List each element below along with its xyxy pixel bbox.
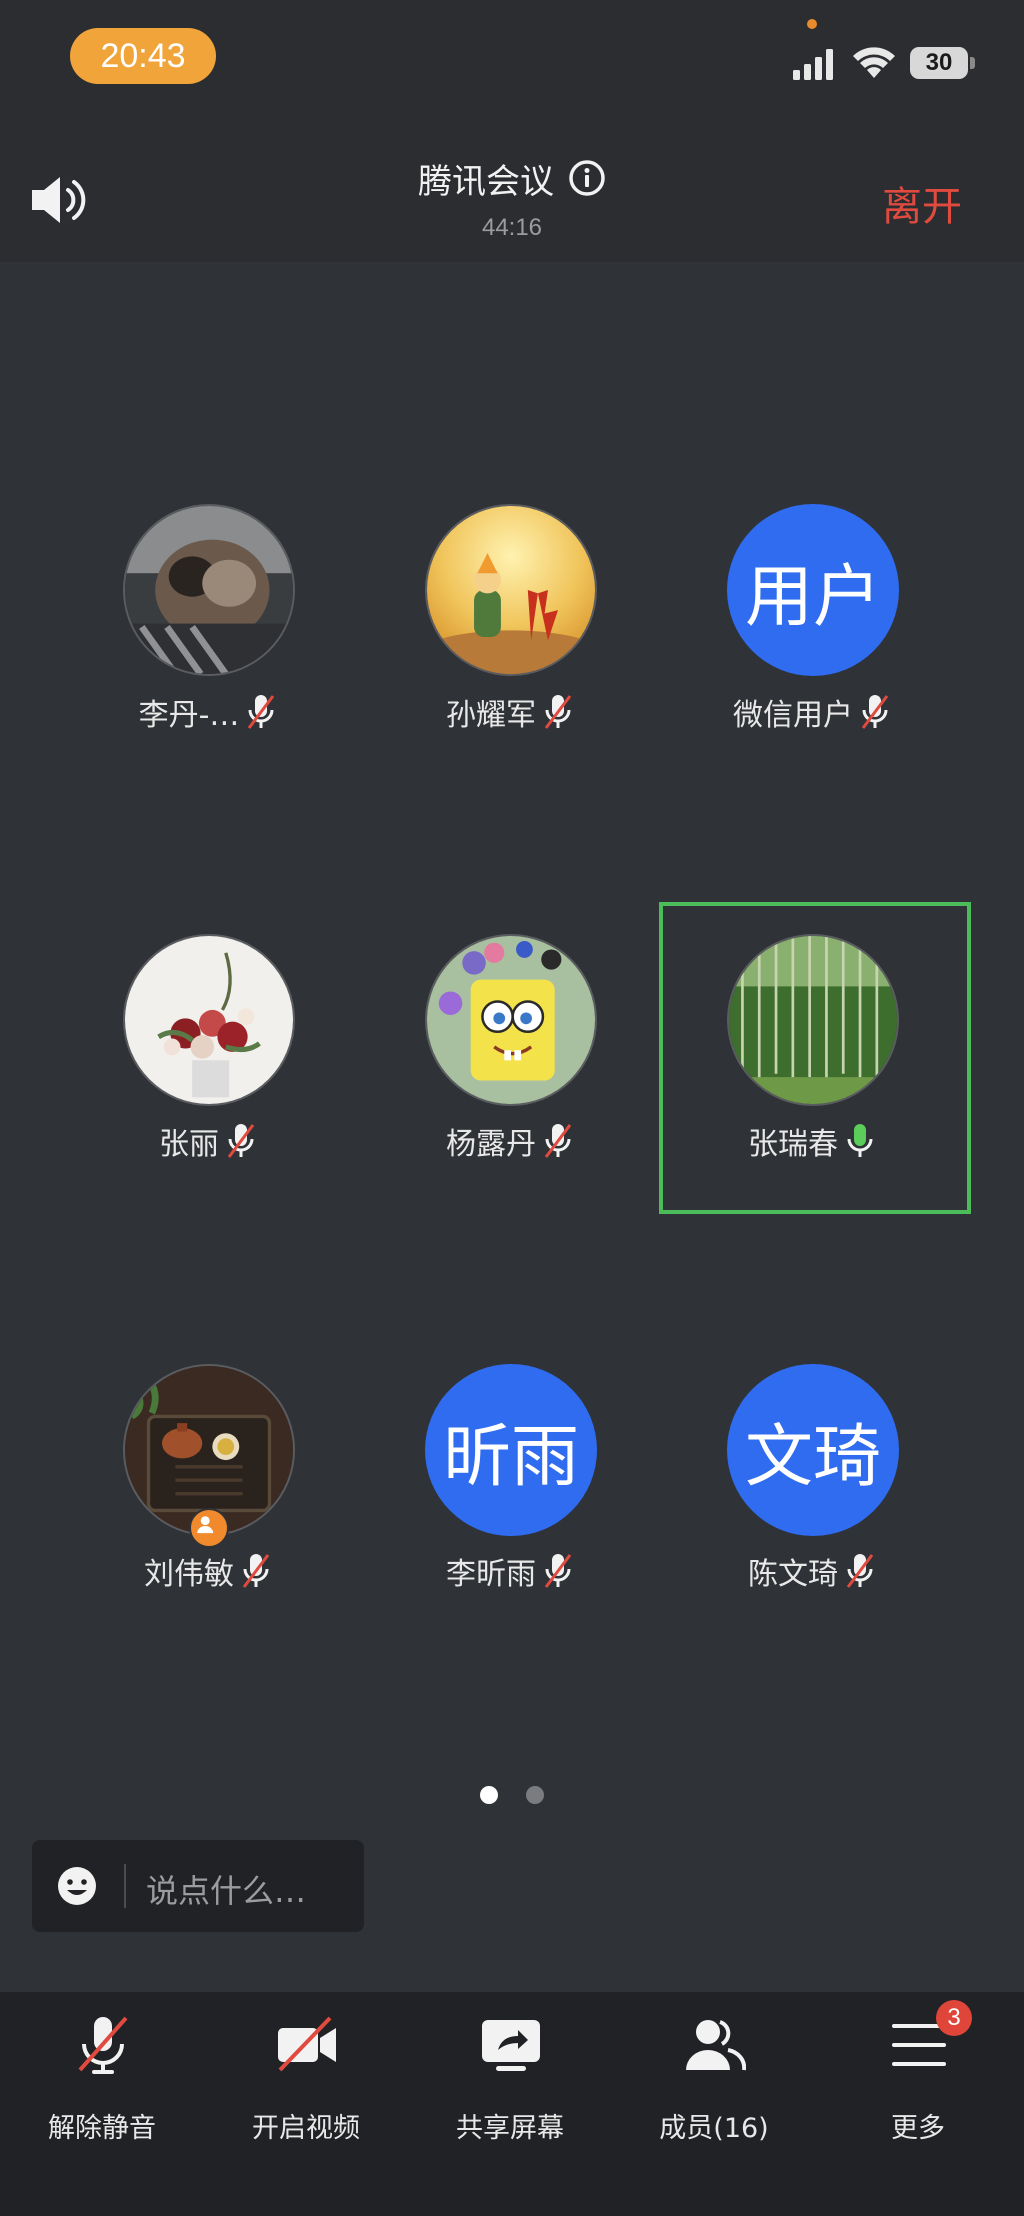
participant-name: 张瑞春	[748, 1127, 838, 1162]
muted-microphone-icon	[544, 1124, 572, 1158]
leave-button[interactable]: 离开	[882, 174, 962, 232]
participant-name: 李昕雨	[446, 1557, 536, 1592]
meeting-header: 腾讯会议 44:16 离开	[0, 110, 1024, 262]
muted-microphone-icon	[544, 695, 572, 729]
participant-avatar	[425, 934, 597, 1106]
status-bar: 20:43 30	[0, 0, 1024, 110]
video-off-icon	[278, 2016, 336, 2072]
start-video-button[interactable]: 开启视频	[204, 1992, 408, 2216]
participant-name: 刘伟敏	[144, 1557, 234, 1592]
participant-name-row: 李昕雨	[410, 1549, 610, 1593]
meeting-duration: 44:16	[481, 214, 543, 241]
host-badge-icon	[189, 1508, 229, 1548]
members-label: 成员(16)	[659, 2113, 769, 2144]
participant-name: 孙耀军	[446, 698, 536, 733]
participant-name-row: 刘伟敏	[108, 1549, 308, 1593]
muted-microphone-icon	[242, 1554, 270, 1588]
chat-divider	[124, 1864, 126, 1908]
muted-microphone-icon	[846, 1554, 874, 1588]
status-time: 20:43	[70, 28, 216, 84]
pager-dot-1[interactable]	[480, 1786, 498, 1804]
participant-avatar	[123, 504, 295, 676]
participant-name: 陈文琦	[748, 1557, 838, 1592]
participant-avatar: 用户	[727, 504, 899, 676]
participant-name: 李丹-…	[138, 698, 240, 733]
participant-name-row: 微信用户	[702, 690, 922, 734]
participant-name: 杨露丹	[446, 1127, 536, 1162]
battery-indicator: 30	[910, 47, 968, 79]
participant-name-row: 孙耀军	[410, 690, 610, 734]
participant-name: 张丽	[159, 1127, 219, 1162]
chat-input[interactable]: 说点什么…	[32, 1840, 364, 1932]
share-screen-label: 共享屏幕	[456, 2113, 564, 2144]
participant-name: 微信用户	[733, 698, 853, 733]
muted-microphone-icon	[861, 695, 889, 729]
more-label: 更多	[891, 2113, 945, 2144]
members-button[interactable]: 成员(16)	[612, 1992, 816, 2216]
participant-name-row: 李丹-…	[108, 690, 308, 734]
share-screen-button[interactable]: 共享屏幕	[408, 1992, 612, 2216]
more-button[interactable]: 更多	[816, 1992, 1020, 2216]
microphone-active-icon	[847, 1124, 873, 1157]
notification-badge: 3	[936, 2000, 972, 2036]
muted-microphone-icon	[227, 1124, 255, 1158]
participant-avatar	[123, 934, 295, 1106]
cellular-signal-icon	[793, 49, 833, 80]
bottom-toolbar: 解除静音 开启视频 共享屏幕 成员(16) 更多	[0, 1992, 1024, 2216]
participant-avatar	[727, 934, 899, 1106]
meeting-title-row[interactable]: 腾讯会议	[0, 154, 1024, 202]
muted-microphone-icon	[78, 2016, 128, 2074]
unmute-button[interactable]: 解除静音	[0, 1992, 204, 2216]
participant-avatar: 昕雨	[425, 1364, 597, 1536]
chat-placeholder: 说点什么…	[146, 1872, 307, 1910]
meeting-title: 腾讯会议	[418, 161, 554, 202]
start-video-label: 开启视频	[252, 2113, 360, 2144]
participant-name-row: 张丽	[108, 1119, 308, 1163]
battery-nub	[970, 57, 975, 69]
participant-name-row: 杨露丹	[410, 1119, 610, 1163]
participant-name-row: 陈文琦	[712, 1549, 912, 1593]
muted-microphone-icon	[248, 695, 275, 729]
wifi-icon	[853, 47, 895, 78]
unmute-label: 解除静音	[48, 2113, 156, 2144]
members-icon	[686, 2020, 746, 2071]
participant-avatar: 文琦	[727, 1364, 899, 1536]
muted-microphone-icon	[544, 1554, 572, 1588]
emoji-icon[interactable]	[56, 1865, 98, 1907]
participant-avatar	[425, 504, 597, 676]
privacy-indicator-dot	[807, 19, 817, 29]
pager-dot-2[interactable]	[526, 1786, 544, 1804]
info-icon[interactable]	[568, 159, 606, 197]
share-screen-icon	[482, 2020, 540, 2071]
participant-name-row: 张瑞春	[712, 1119, 912, 1163]
